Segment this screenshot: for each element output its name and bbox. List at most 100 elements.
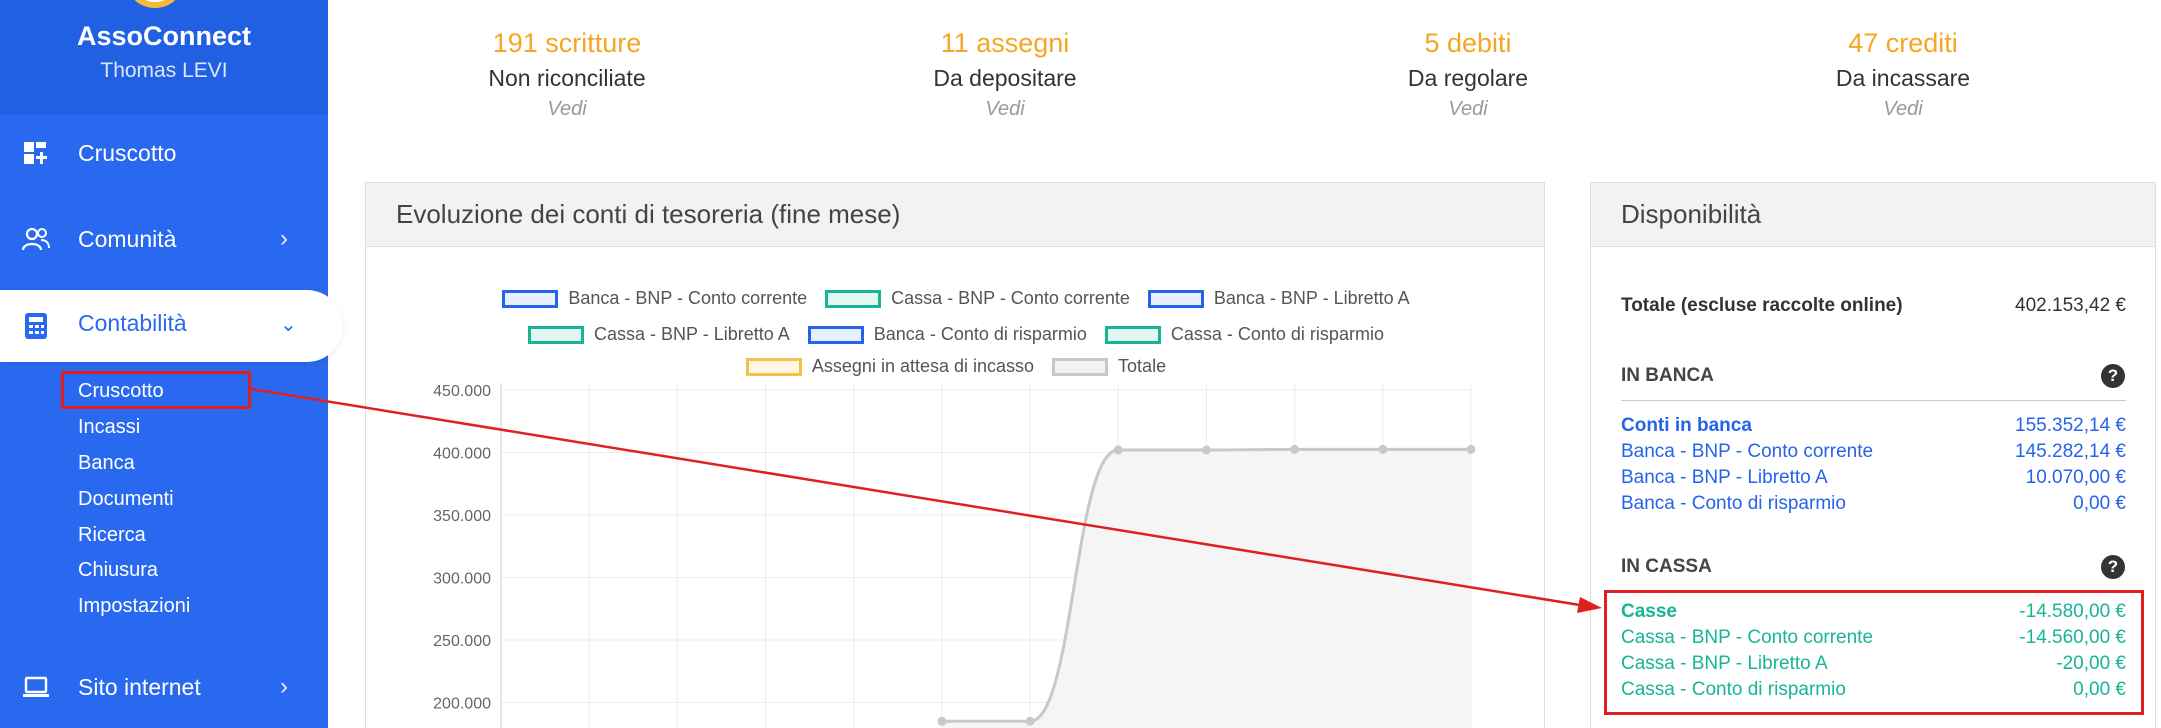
legend-item[interactable]: Banca - BNP - Libretto A [1147,288,1410,309]
chart-panel: Evoluzione dei conti di tesoreria (fine … [365,182,1545,728]
stat-count: 191 scritture [492,28,642,58]
stat-link-vedi[interactable]: Vedi [1753,98,2053,121]
stat-link-vedi[interactable]: Vedi [855,98,1155,121]
section-in-banca: IN BANCA [1621,365,1714,386]
nav-label: Cruscotto [78,139,177,166]
chevron-right-icon: › [280,673,288,700]
stat-debiti: 5 debiti Da regolare Vedi [1318,28,1618,121]
y-tick-label: 450.000 [433,383,491,400]
legend-swatch [807,325,864,344]
nav-item-sito-internet[interactable]: Sito internet › [0,652,328,722]
help-icon[interactable]: ? [2101,555,2125,579]
sub-item-incassi[interactable]: Incassi [78,416,140,439]
stat-count: 47 crediti [1848,28,1958,58]
series-area-totale [941,449,1471,728]
sub-item-banca[interactable]: Banca [78,452,135,475]
bank-row[interactable]: Banca - BNP - Conto corrente 145.282,14 … [1621,441,2126,463]
chart-legend-row-1: Banca - BNP - Conto corrente Cassa - BNP… [366,288,1546,309]
help-icon[interactable]: ? [2101,364,2125,388]
stat-label: Da depositare [933,65,1077,91]
y-tick-label: 400.000 [433,446,491,463]
legend-item[interactable]: Cassa - BNP - Conto corrente [825,288,1130,309]
data-point [1378,444,1388,454]
nav-item-cruscotto[interactable]: Cruscotto [0,118,328,188]
legend-label: Cassa - Conto di risparmio [1170,324,1384,344]
sub-item-ricerca[interactable]: Ricerca [78,524,146,547]
legend-item[interactable]: Assegni in attesa di incasso [745,356,1035,377]
stat-link-vedi[interactable]: Vedi [1318,98,1618,121]
chart-panel-title: Evoluzione dei conti di tesoreria (fine … [366,183,1544,247]
sub-item-chiusura[interactable]: Chiusura [78,559,158,582]
nav-item-contabilita[interactable]: Contabilità ⌄ [0,290,343,362]
legend-swatch [1104,325,1161,344]
bank-row[interactable]: Conti in banca 155.352,14 € [1621,415,2126,437]
legend-swatch [528,325,585,344]
sub-item-impostazioni[interactable]: Impostazioni [78,595,190,618]
bank-row-value: 155.352,14 € [2015,415,2126,436]
legend-item[interactable]: Cassa - BNP - Libretto A [528,324,790,345]
legend-label: Cassa - BNP - Libretto A [594,324,790,344]
annotation-highlight-cruscotto [61,371,251,409]
legend-swatch [745,357,802,376]
chart-plot: 450.000 400.000 350.000 300.000 250.000 200.0… [433,383,1476,728]
total-label: Totale (escluse raccolte online) [1621,295,1903,316]
legend-swatch [1052,357,1109,376]
bank-row-label: Banca - BNP - Libretto A [1621,467,1828,488]
legend-label: Cassa - BNP - Conto corrente [891,288,1130,308]
data-point [937,716,947,726]
nav-label: Sito internet [78,673,201,700]
legend-swatch [825,289,882,308]
data-point [1025,716,1035,726]
y-tick-label: 350.000 [433,508,491,525]
calculator-icon [25,313,47,339]
data-point [1201,445,1211,455]
stat-label: Da regolare [1407,65,1529,91]
sub-item-documenti[interactable]: Documenti [78,488,174,511]
stat-link-vedi[interactable]: Vedi [417,98,717,121]
legend-item[interactable]: Banca - Conto di risparmio [807,324,1087,345]
data-point [1466,444,1476,454]
stat-crediti: 47 crediti Da incassare Vedi [1753,28,2053,121]
annotation-highlight-casse [1604,590,2144,715]
section-in-cassa: IN CASSA [1621,556,1712,577]
stat-label: Da incassare [1835,65,1971,91]
legend-item[interactable]: Banca - BNP - Conto corrente [502,288,807,309]
legend-label: Banca - Conto di risparmio [873,324,1087,344]
legend-label: Banca - BNP - Libretto A [1213,288,1410,308]
divider [1621,400,2126,401]
legend-swatch [502,289,559,308]
y-tick-label: 250.000 [433,633,491,650]
chart-legend-row-3: Assegni in attesa di incasso Totale [366,356,1546,377]
nav-label: Comunità [78,225,177,252]
nav-item-comunita[interactable]: Comunità › [0,204,328,274]
legend-label: Totale [1118,356,1167,376]
bank-row-value: 0,00 € [2073,493,2126,514]
bank-row-value: 10.070,00 € [2025,467,2126,488]
y-tick-label: 200.000 [433,696,491,713]
legend-item[interactable]: Cassa - Conto di risparmio [1104,324,1384,345]
community-icon [22,227,50,251]
bank-row-label: Conti in banca [1621,415,1752,436]
dashboard-icon [24,142,47,164]
sidebar: AssoConnect Thomas LEVI Cruscotto Comuni… [0,0,343,728]
nav-label: Contabilità [78,310,187,336]
brand-header: AssoConnect Thomas LEVI [0,0,328,114]
bank-row[interactable]: Banca - BNP - Libretto A 10.070,00 € [1621,467,2126,489]
legend-swatch [1147,289,1204,308]
data-point [1290,444,1300,454]
brand-name: AssoConnect [76,21,252,51]
total-value: 402.153,42 € [2015,295,2126,316]
legend-label: Banca - BNP - Conto corrente [568,288,808,308]
legend-label: Assegni in attesa di incasso [811,356,1035,376]
legend-item[interactable]: Totale [1052,356,1166,377]
bank-row-label: Banca - BNP - Conto corrente [1621,441,1874,462]
bank-row-label: Banca - Conto di risparmio [1621,493,1846,514]
bank-row-value: 145.282,14 € [2015,441,2126,462]
logo [125,0,185,8]
bank-row[interactable]: Banca - Conto di risparmio 0,00 € [1621,493,2126,515]
stat-label: Non riconciliate [488,65,646,91]
chevron-down-icon: ⌄ [280,314,297,336]
chart-legend-row-2: Cassa - BNP - Libretto A Banca - Conto d… [366,324,1546,345]
total-row: Totale (escluse raccolte online) 402.153… [1621,295,2126,317]
user-name: Thomas LEVI [100,59,228,82]
